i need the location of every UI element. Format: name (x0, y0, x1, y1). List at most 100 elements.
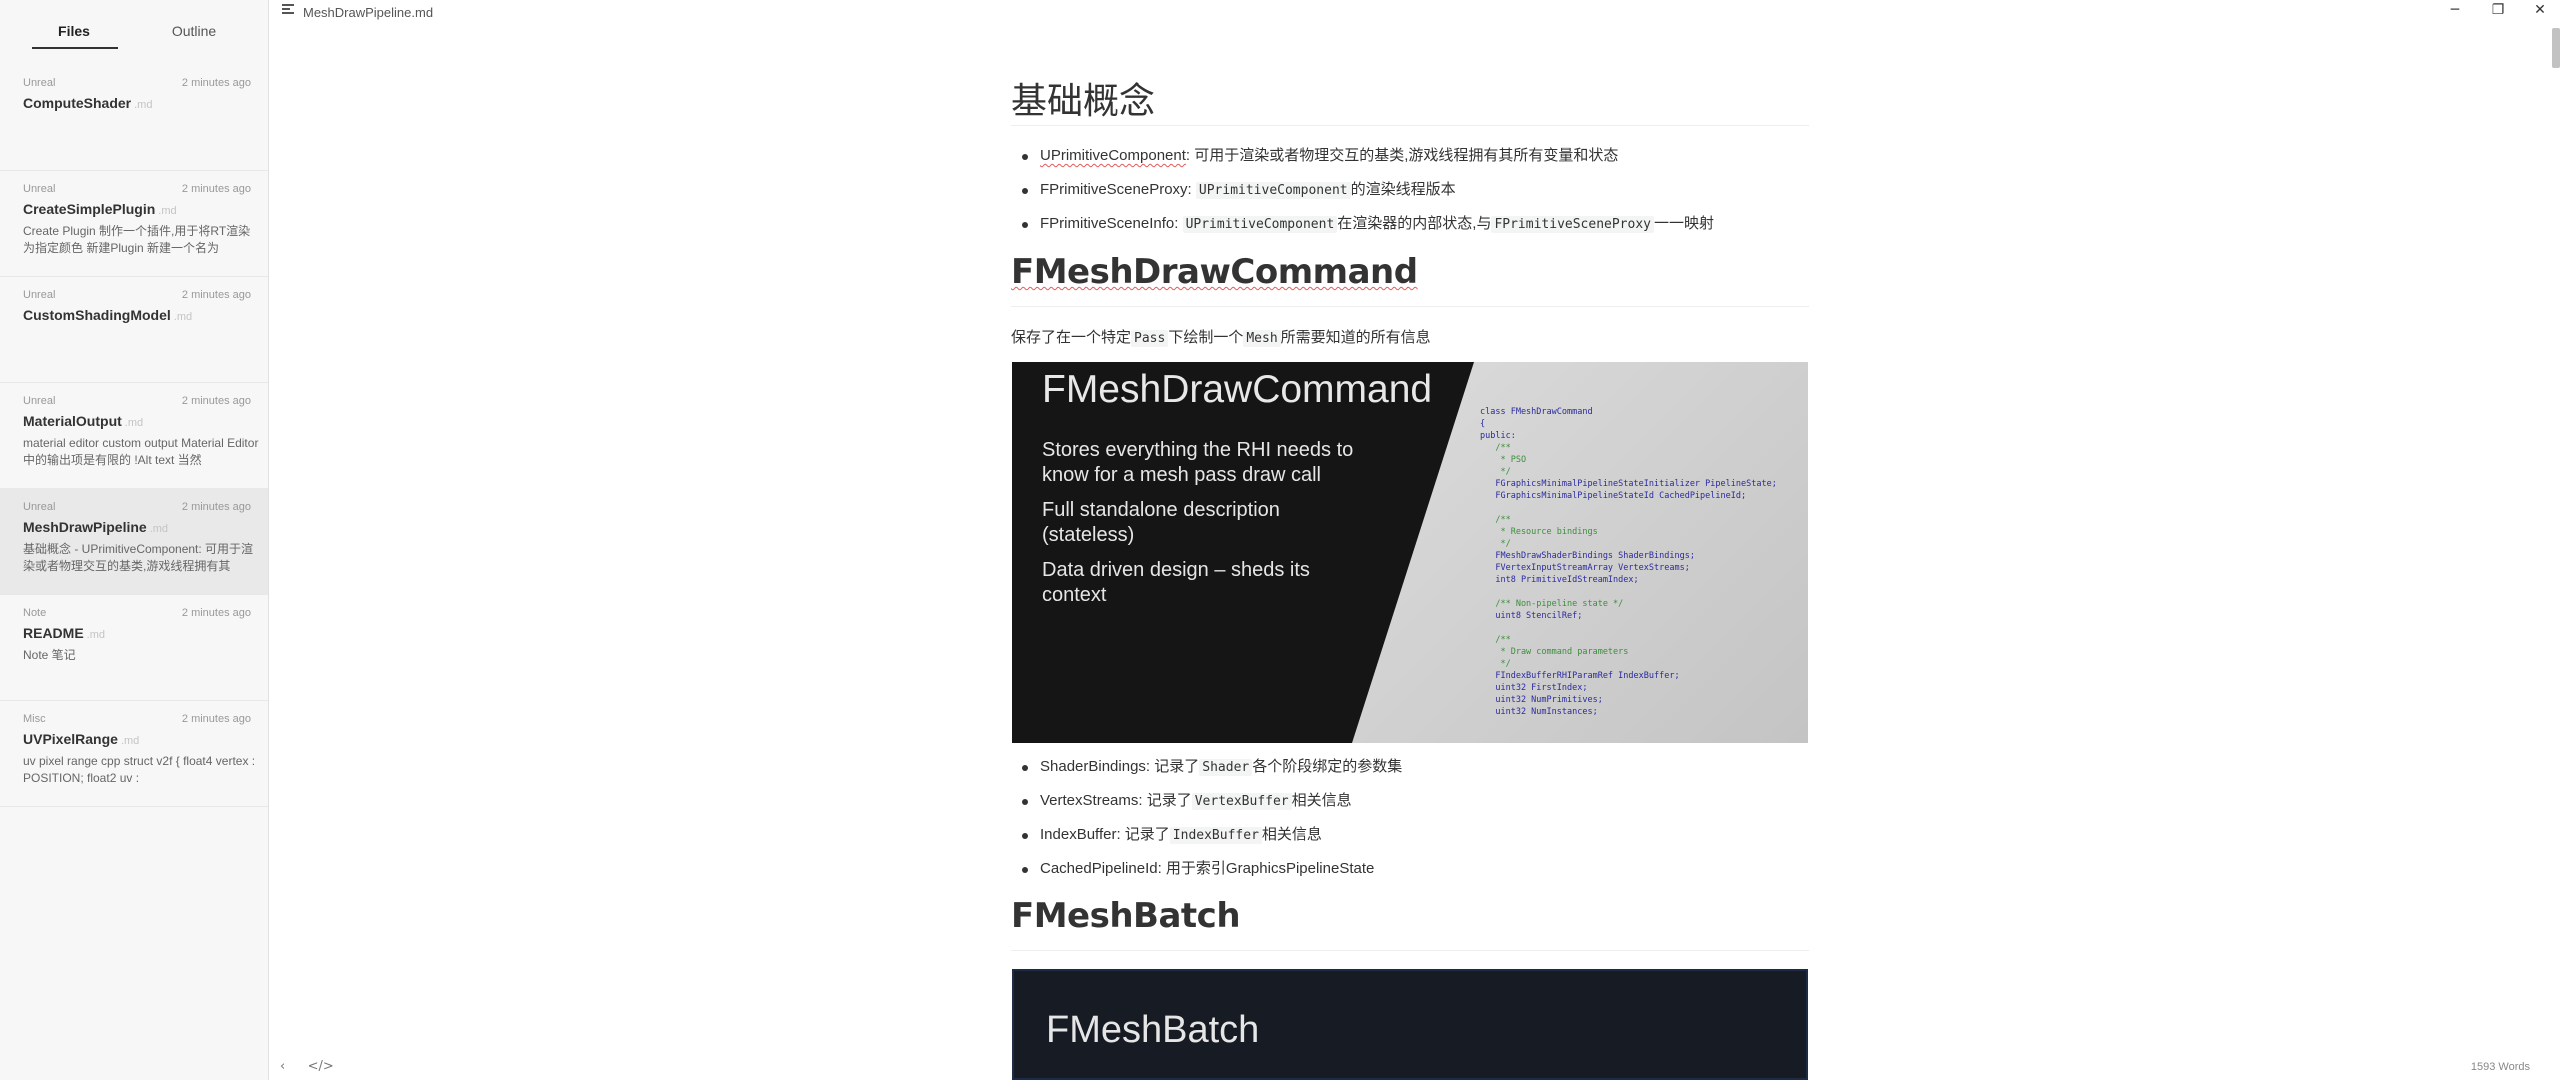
code-line: class FMeshDrawCommand (1480, 407, 1593, 417)
term: CachedPipelineId (1040, 860, 1158, 877)
file-item-uvpixelrange[interactable]: Misc 2 minutes ago UVPixelRange .md uv pi… (0, 701, 268, 807)
text: 下绘制一个 (1168, 329, 1244, 346)
code-line: int8 PrimitiveIdStreamIndex; (1495, 575, 1639, 585)
word-count[interactable]: 1593 Words (2471, 1061, 2530, 1073)
file-ext: .md (124, 417, 144, 429)
code-line: uint8 StencilRef; (1495, 611, 1583, 621)
file-excerpt: uv pixel range cpp struct v2f { float4 v… (23, 754, 256, 785)
code-line: /** (1495, 443, 1511, 453)
source-code-mode-icon[interactable]: </> (308, 1059, 334, 1074)
inline-code: FPrimitiveSceneProxy (1491, 216, 1654, 233)
code-line: public: (1480, 431, 1516, 441)
inline-code: Pass (1131, 330, 1169, 347)
file-title: CreateSimplePlugin .md (23, 201, 251, 217)
code-line: */ (1500, 539, 1511, 549)
file-item-materialoutput[interactable]: Unreal 2 minutes ago MaterialOutput .md m… (0, 383, 268, 489)
description: 的渲染线程版本 (1350, 181, 1456, 198)
editor-footer: ‹ </> (280, 1057, 352, 1075)
code-line: * Resource bindings (1500, 527, 1598, 537)
file-title-text: CreateSimplePlugin (23, 201, 156, 217)
heading-divider (1011, 950, 1809, 951)
text: 所需要知道的所有信息 (1280, 329, 1431, 346)
code-line: /** (1495, 515, 1511, 525)
text: 保存了在一个特定 (1011, 329, 1132, 346)
list-item: UPrimitiveComponent: 可用于渲染或者物理交互的基类,游戏线程… (1021, 146, 1714, 180)
inline-code: UPrimitiveComponent (1182, 216, 1338, 233)
minimize-button[interactable]: ─ (2435, 2, 2475, 22)
inline-code: Shader (1199, 759, 1253, 776)
concept-list: UPrimitiveComponent: 可用于渲染或者物理交互的基类,游戏线程… (1021, 146, 1714, 248)
heading-basic-concepts: 基础概念 (1011, 81, 1156, 122)
file-ext: .md (134, 99, 153, 111)
file-item-computeshader[interactable]: Unreal 2 minutes ago ComputeShader .md (0, 65, 268, 171)
slide-title: FMeshBatch (1046, 1009, 1260, 1051)
file-item-createsimpleplugin[interactable]: Unreal 2 minutes ago CreateSimplePlugin.… (0, 171, 268, 277)
list-item: IndexBuffer: 记录了 IndexBuffer 相关信息 (1021, 825, 1402, 859)
scrollbar-thumb[interactable] (2552, 28, 2560, 68)
file-ext: .md (158, 205, 177, 217)
title-bar: MeshDrawPipeline.md ─ ❐ ✕ (270, 0, 2560, 24)
file-list: Unreal 2 minutes ago ComputeShader .md Un… (0, 65, 268, 807)
list-item: CachedPipelineId: 用于索引GraphicsPipelineSt… (1021, 859, 1402, 893)
fmeshbatch-slide-image[interactable]: FMeshBatch (1012, 969, 1808, 1080)
code-line: FGraphicsMinimalPipelineStateInitializer… (1495, 479, 1777, 489)
code-line: FGraphicsMinimalPipelineStateId CachedPi… (1495, 491, 1747, 501)
term: FPrimitiveSceneInfo (1040, 215, 1175, 232)
slide-bullet: Data driven design – sheds its context (1042, 559, 1310, 606)
file-title-text: MeshDrawPipeline (23, 519, 147, 535)
file-time: 2 minutes ago (181, 183, 251, 195)
code-line: uint32 FirstIndex; (1495, 683, 1588, 693)
code-line: uint32 NumInstances; (1480, 707, 1598, 717)
file-time: 2 minutes ago (181, 289, 251, 301)
heading-fmeshdrawcommand: FMeshDrawCommand (1011, 252, 1418, 292)
tab-files[interactable]: Files (14, 0, 134, 60)
file-title: MeshDrawPipeline .md (23, 519, 251, 535)
file-ext: .md (149, 523, 169, 535)
sidebar-tabs: Files Outline (0, 0, 268, 60)
menu-icon[interactable] (282, 4, 296, 16)
list-item: VertexStreams: 记录了 VertexBuffer 相关信息 (1021, 791, 1402, 825)
code-line: /** Non-pipeline state */ (1495, 599, 1624, 609)
term: UPrimitiveComponent (1040, 147, 1186, 164)
text: 相关信息 (1261, 826, 1322, 843)
file-title: CustomShadingModel .md (23, 307, 251, 323)
collapse-sidebar-icon[interactable]: ‹ (280, 1059, 285, 1074)
file-title: ComputeShader .md (23, 95, 251, 111)
file-item-meshdrawpipeline[interactable]: Unreal 2 minutes ago MeshDrawPipeline .md… (0, 489, 268, 595)
file-title-text: CustomShadingModel (23, 307, 171, 323)
file-title-text: MaterialOutput (23, 413, 122, 429)
code-line: * PSO (1500, 455, 1527, 465)
slide-title: FMeshDrawCommand (1042, 368, 1433, 411)
file-excerpt: material editor custom output Material E… (23, 436, 259, 467)
separator: : (1187, 181, 1196, 198)
term: ShaderBindings (1040, 758, 1146, 775)
file-title: UVPixelRange .md (23, 731, 251, 747)
code-line: FVertexInputStreamArray VertexStreams; (1495, 563, 1690, 573)
inline-code: IndexBuffer (1169, 827, 1262, 844)
code-line: FMeshDrawShaderBindings ShaderBindings; (1495, 551, 1695, 561)
term: VertexStreams (1040, 792, 1139, 809)
document-title: MeshDrawPipeline.md (303, 5, 434, 20)
file-time: 2 minutes ago (181, 607, 251, 619)
file-time: 2 minutes ago (181, 501, 251, 513)
file-item-customshadingmodel[interactable]: Unreal 2 minutes ago CustomShadingModel.… (0, 277, 268, 383)
separator: : (1174, 215, 1183, 232)
tab-outline[interactable]: Outline (134, 0, 254, 60)
close-button[interactable]: ✕ (2520, 2, 2560, 22)
code-line: */ (1500, 659, 1511, 669)
command-description: 保存了在一个特定 Pass 下绘制一个 Mesh 所需要知道的所有信息 (1011, 326, 1431, 347)
file-title-text: UVPixelRange (23, 731, 118, 747)
file-time: 2 minutes ago (181, 713, 251, 725)
maximize-button[interactable]: ❐ (2478, 2, 2518, 22)
heading-divider (1011, 306, 1809, 307)
file-excerpt: 基础概念 - UPrimitiveComponent: 可用于渲染或者物理交互的… (23, 542, 254, 573)
active-tab-indicator (32, 47, 118, 49)
fmeshdrawcommand-slide-image[interactable]: FMeshDrawCommand Stores everything the R… (1012, 362, 1808, 743)
inline-code: UPrimitiveComponent (1195, 182, 1351, 199)
code-line: { (1480, 419, 1486, 429)
inline-code: VertexBuffer (1191, 793, 1292, 810)
file-time: 2 minutes ago (181, 77, 251, 89)
slide-bullet: Full standalone description (stateless) (1042, 499, 1280, 546)
code-line: * Draw command parameters (1500, 647, 1629, 657)
file-item-readme[interactable]: Note 2 minutes ago README .md Note 笔记 (0, 595, 268, 701)
